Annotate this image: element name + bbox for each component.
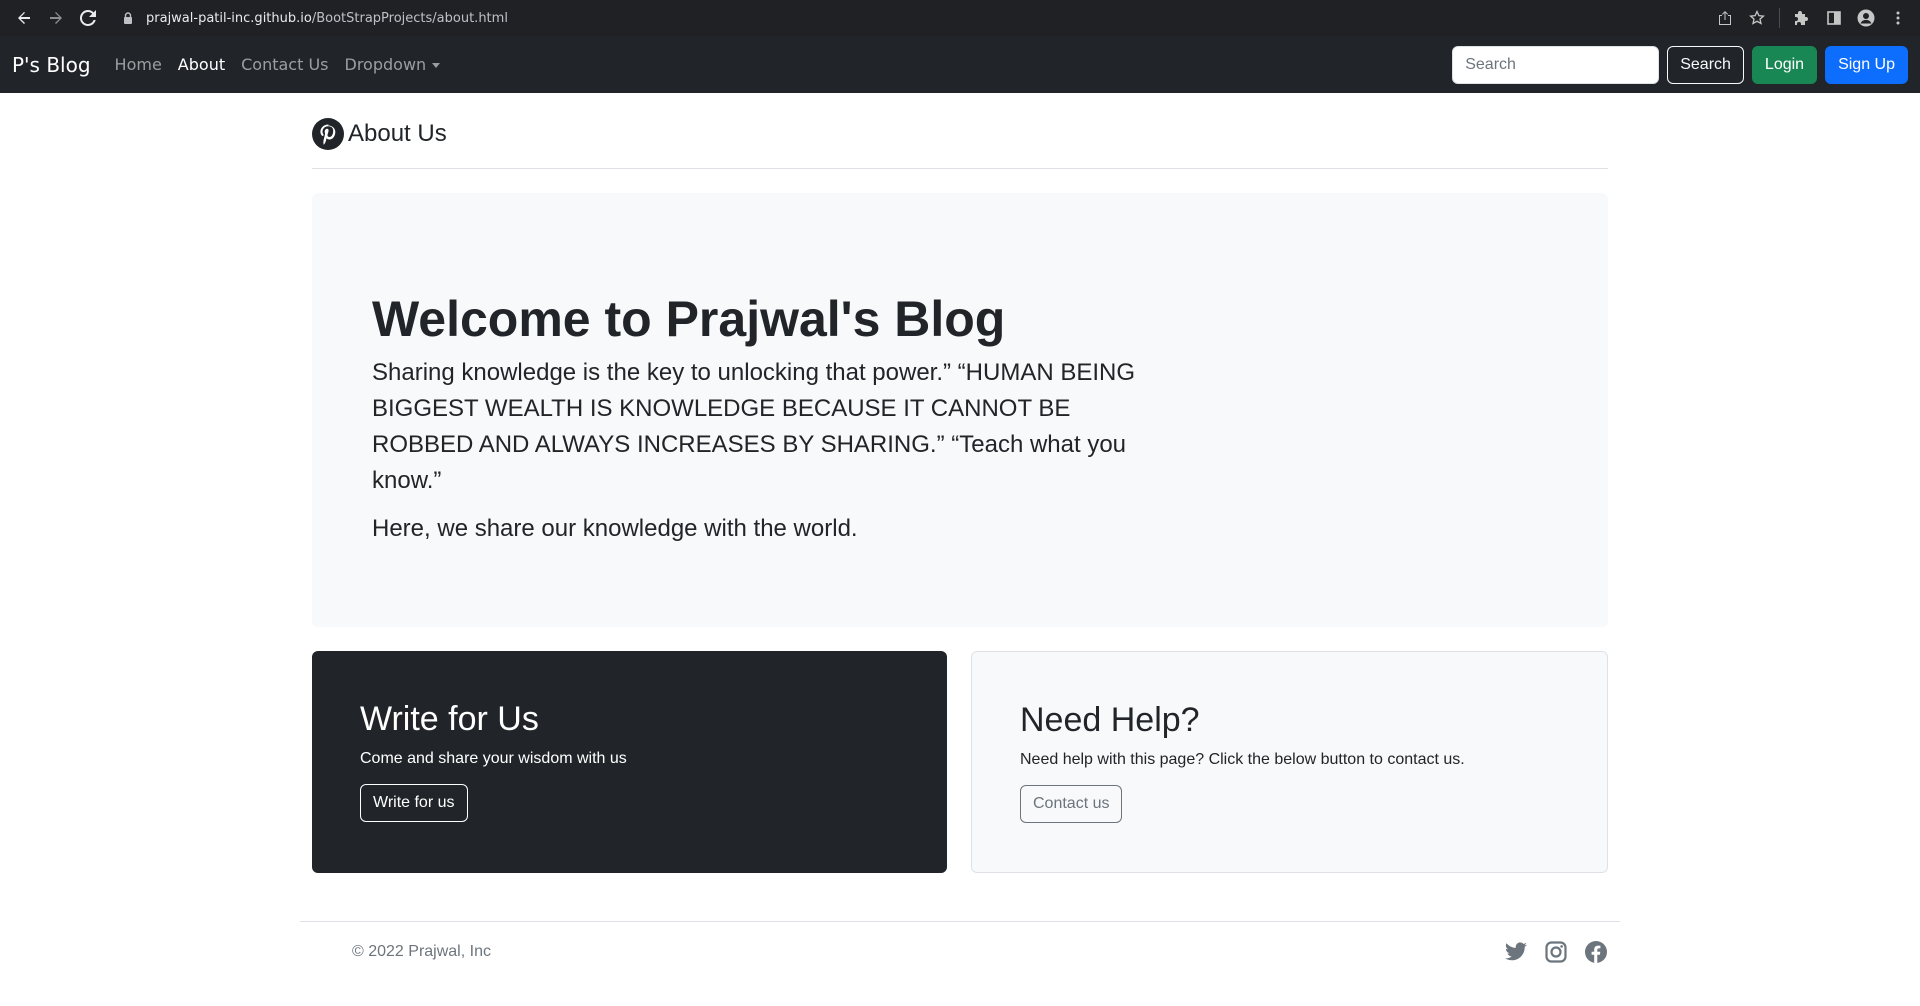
address-bar[interactable]: prajwal-patil-inc.github.io/BootStrapPro… xyxy=(110,4,1705,32)
facebook-icon[interactable] xyxy=(1584,940,1608,964)
bookmark-star-icon[interactable] xyxy=(1743,4,1771,32)
search-input[interactable] xyxy=(1452,45,1660,84)
instagram-icon[interactable] xyxy=(1544,940,1568,964)
help-card-text: Need help with this page? Click the belo… xyxy=(1020,750,1465,768)
hero-subtext: Here, we share our knowledge with the wo… xyxy=(372,515,858,542)
contact-us-button[interactable]: Contact us xyxy=(1020,784,1123,823)
nav-link-home[interactable]: Home xyxy=(107,47,170,82)
hero-heading: Welcome to Prajwal's Blog xyxy=(372,291,1006,347)
lock-icon xyxy=(120,10,136,26)
nav-link-contact[interactable]: Contact Us xyxy=(233,47,336,82)
search-button[interactable]: Search xyxy=(1667,45,1744,84)
reload-icon[interactable] xyxy=(72,2,104,34)
write-card-text: Come and share your wisdom with us xyxy=(360,749,627,767)
footer-copyright: © 2022 Prajwal, Inc xyxy=(352,942,491,960)
cards-row: Write for Us Come and share your wisdom … xyxy=(312,651,1608,873)
hero-section: Welcome to Prajwal's Blog Sharing knowle… xyxy=(312,193,1608,627)
write-for-us-card: Write for Us Come and share your wisdom … xyxy=(312,651,947,873)
toolbar-separator xyxy=(1779,8,1780,28)
login-button[interactable]: Login xyxy=(1751,45,1818,84)
page-header: About Us xyxy=(312,93,1608,169)
url-host: prajwal-patil-inc.github.io xyxy=(146,10,312,26)
hero-lead: Sharing knowledge is the key to unlockin… xyxy=(372,359,1136,494)
side-panel-icon[interactable] xyxy=(1820,4,1848,32)
twitter-icon[interactable] xyxy=(1504,940,1528,964)
site-footer: © 2022 Prajwal, Inc xyxy=(300,921,1620,981)
write-card-heading: Write for Us xyxy=(360,700,539,738)
nav-dropdown[interactable]: Dropdown xyxy=(337,47,449,82)
extensions-icon[interactable] xyxy=(1788,4,1816,32)
profile-icon[interactable] xyxy=(1852,4,1880,32)
main-content: About Us Welcome to Prajwal's Blog Shari… xyxy=(312,93,1608,873)
write-for-us-button[interactable]: Write for us xyxy=(360,783,468,822)
forward-icon[interactable] xyxy=(40,2,72,34)
back-icon[interactable] xyxy=(8,2,40,34)
need-help-card: Need Help? Need help with this page? Cli… xyxy=(971,651,1608,873)
browser-toolbar: prajwal-patil-inc.github.io/BootStrapPro… xyxy=(0,0,1920,36)
help-card-heading: Need Help? xyxy=(1020,701,1200,739)
social-links xyxy=(1504,940,1608,964)
nav-link-about[interactable]: About xyxy=(170,47,233,82)
site-navbar: P's Blog Home About Contact Us Dropdown … xyxy=(0,36,1920,93)
navbar-actions: Search Login Sign Up xyxy=(1452,45,1908,84)
nav-links: Home About Contact Us Dropdown xyxy=(107,47,449,82)
page-title: About Us xyxy=(348,119,447,147)
url-path: /BootStrapProjects/about.html xyxy=(311,10,508,26)
caret-down-icon xyxy=(432,63,441,68)
pinterest-logo-icon xyxy=(312,117,344,150)
menu-kebab-icon[interactable] xyxy=(1884,4,1912,32)
share-icon[interactable] xyxy=(1711,4,1739,32)
nav-dropdown-label: Dropdown xyxy=(344,55,427,74)
signup-button[interactable]: Sign Up xyxy=(1825,45,1908,84)
navbar-brand[interactable]: P's Blog xyxy=(12,53,91,77)
